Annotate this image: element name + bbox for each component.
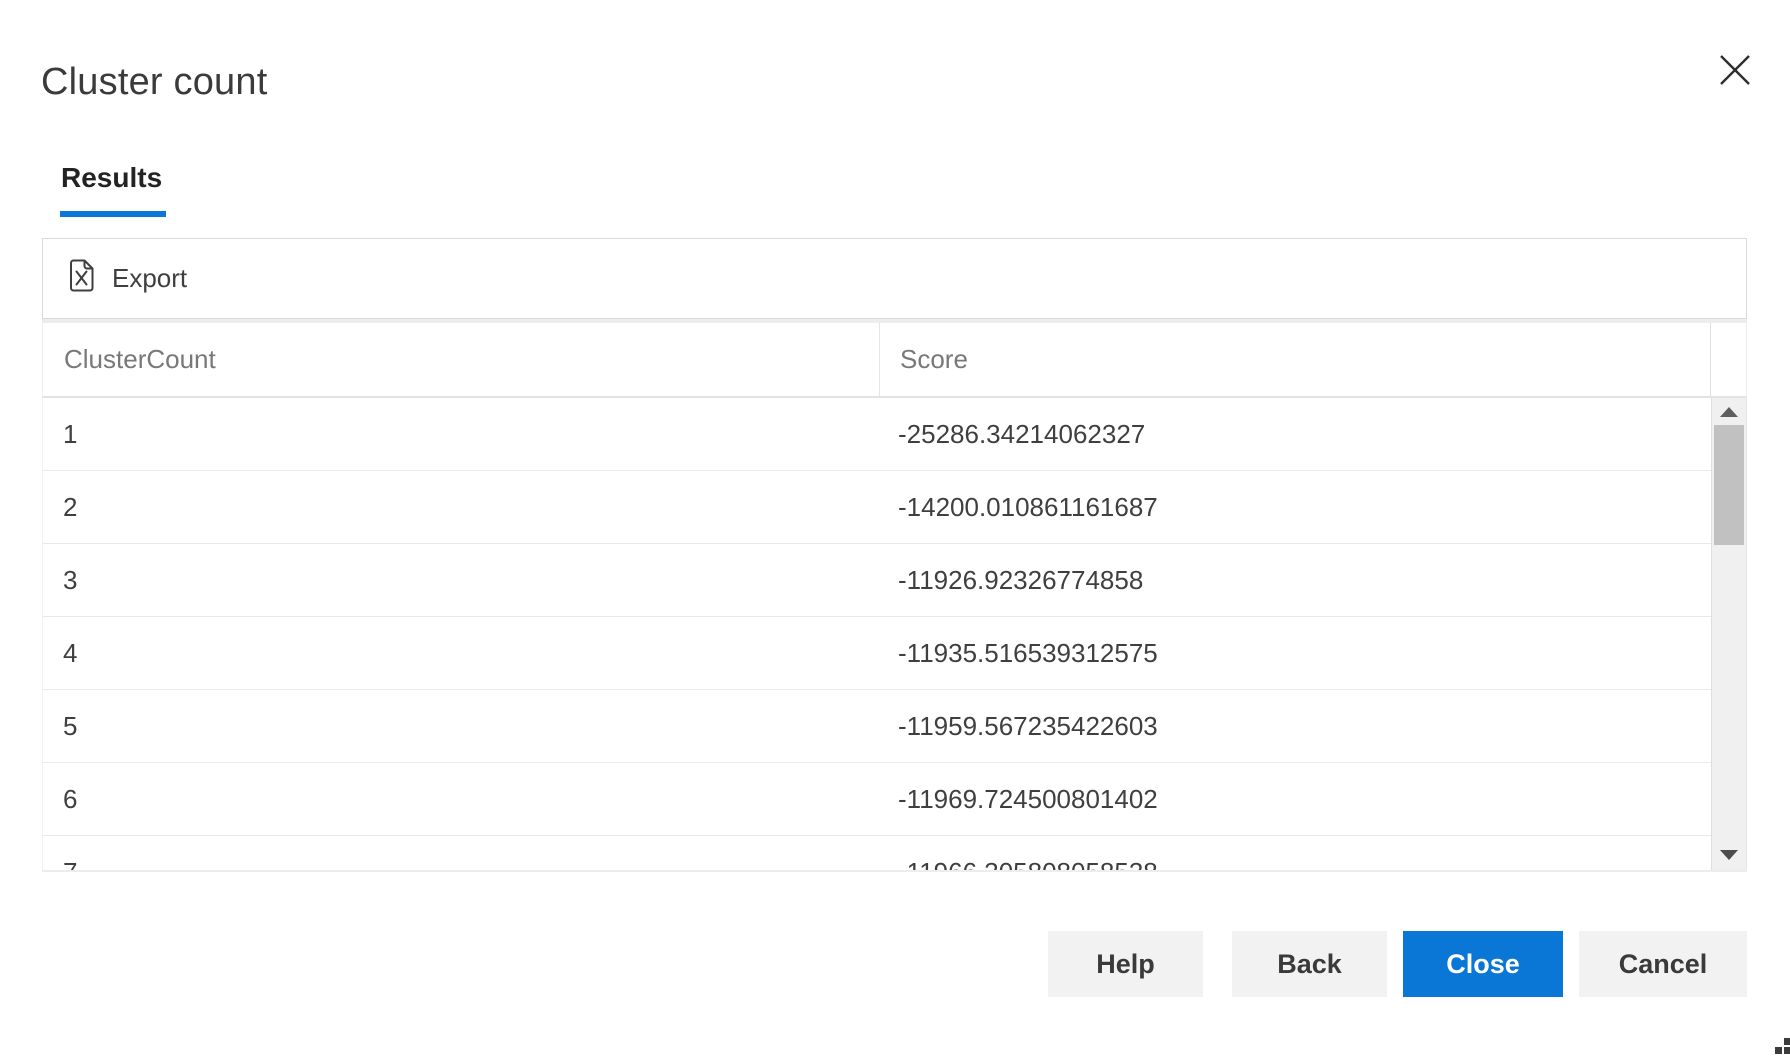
export-button-label: Export xyxy=(112,263,187,294)
back-button[interactable]: Back xyxy=(1232,931,1387,997)
close-primary-button[interactable]: Close xyxy=(1403,931,1563,997)
vertical-scrollbar[interactable] xyxy=(1711,398,1747,870)
cell-score: -11969.724500801402 xyxy=(878,784,1711,815)
table-row[interactable]: 1 -25286.34214062327 xyxy=(43,398,1711,471)
column-header-score[interactable]: Score xyxy=(879,323,1710,396)
table-row[interactable]: 7 -11966.305808058538 xyxy=(43,836,1711,870)
cell-score: -11966.305808058538 xyxy=(878,857,1711,871)
results-toolbar: Export xyxy=(42,238,1747,319)
scroll-up-arrow-icon[interactable] xyxy=(1720,407,1738,417)
cell-clustercount: 2 xyxy=(43,492,878,523)
cancel-button[interactable]: Cancel xyxy=(1579,931,1747,997)
cell-score: -25286.34214062327 xyxy=(878,419,1711,450)
cell-score: -14200.010861161687 xyxy=(878,492,1711,523)
table-row[interactable]: 5 -11959.567235422603 xyxy=(43,690,1711,763)
export-button[interactable]: Export xyxy=(69,259,187,299)
table-header-row: ClusterCount Score xyxy=(42,323,1747,398)
scrollbar-thumb[interactable] xyxy=(1714,425,1744,545)
page-title: Cluster count xyxy=(41,61,267,104)
cell-clustercount: 6 xyxy=(43,784,878,815)
column-header-spacer xyxy=(1710,323,1746,396)
table-row[interactable]: 6 -11969.724500801402 xyxy=(43,763,1711,836)
resize-grip-dot xyxy=(1784,1038,1790,1045)
close-icon xyxy=(1717,76,1753,91)
table-row[interactable]: 4 -11935.516539312575 xyxy=(43,617,1711,690)
resize-grip-dot xyxy=(1784,1047,1790,1054)
tab-results[interactable]: Results xyxy=(61,162,162,194)
cell-clustercount: 1 xyxy=(43,419,878,450)
scroll-down-arrow-icon[interactable] xyxy=(1720,850,1738,860)
column-header-clustercount[interactable]: ClusterCount xyxy=(43,323,879,396)
cell-clustercount: 7 xyxy=(43,857,878,871)
table-body: 1 -25286.34214062327 2 -14200.0108611616… xyxy=(42,398,1711,870)
cell-clustercount: 3 xyxy=(43,565,878,596)
export-excel-icon xyxy=(69,259,94,299)
cell-clustercount: 5 xyxy=(43,711,878,742)
cell-score: -11926.92326774858 xyxy=(878,565,1711,596)
table-row[interactable]: 2 -14200.010861161687 xyxy=(43,471,1711,544)
help-button[interactable]: Help xyxy=(1048,931,1203,997)
table-bottom-border xyxy=(42,870,1747,872)
cell-score: -11959.567235422603 xyxy=(878,711,1711,742)
close-button[interactable] xyxy=(1712,48,1758,94)
cell-score: -11935.516539312575 xyxy=(878,638,1711,669)
active-tab-underline xyxy=(60,211,166,217)
tab-results-label: Results xyxy=(61,162,162,193)
cell-clustercount: 4 xyxy=(43,638,878,669)
table-row[interactable]: 3 -11926.92326774858 xyxy=(43,544,1711,617)
resize-grip-dot xyxy=(1775,1047,1782,1054)
